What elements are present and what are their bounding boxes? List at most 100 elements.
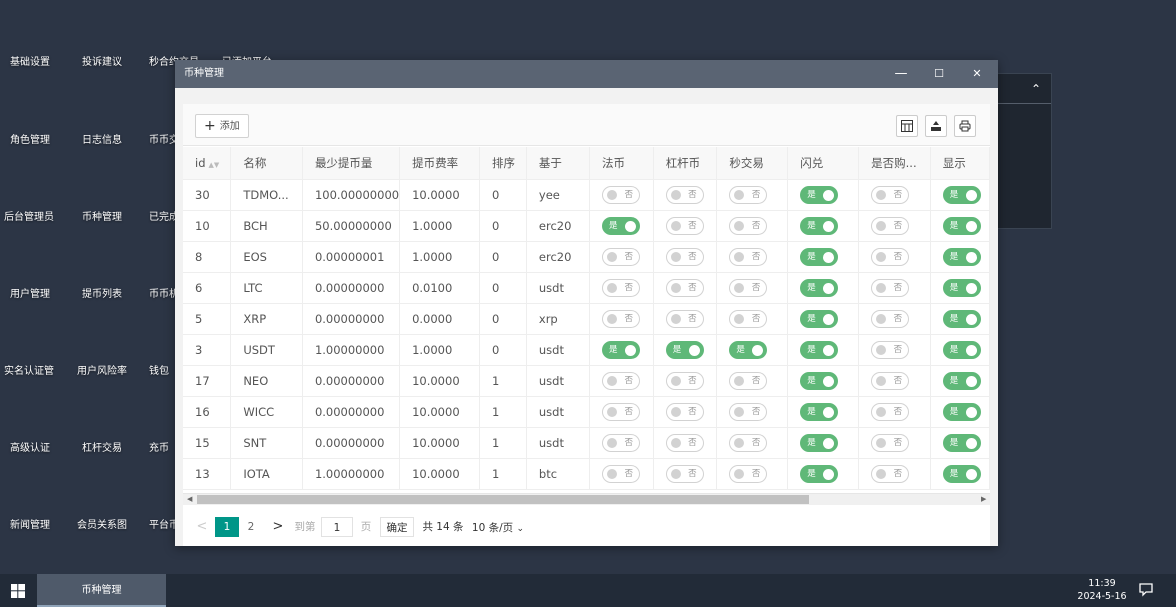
toggle-switch[interactable]: 否 <box>729 371 768 390</box>
toggle-switch[interactable]: 是 <box>602 340 641 359</box>
toggle-switch[interactable]: 否 <box>665 216 704 235</box>
toggle-switch[interactable]: 是 <box>942 433 981 452</box>
toggle-switch[interactable]: 否 <box>665 433 704 452</box>
toggle-switch[interactable]: 否 <box>871 340 910 359</box>
toggle-switch[interactable]: 是 <box>942 340 981 359</box>
toggle-switch[interactable]: 否 <box>871 402 910 421</box>
toggle-switch[interactable]: 否 <box>602 433 641 452</box>
desktop-icon-label[interactable]: 实名认证管 <box>4 362 54 377</box>
goto-confirm-button[interactable]: 确定 <box>380 517 414 537</box>
page-size-select[interactable]: 10 条/页 ⌄ <box>468 517 528 537</box>
column-header[interactable]: 提币费率 <box>399 147 481 180</box>
desktop-icon-label[interactable]: 用户管理 <box>10 285 50 300</box>
toggle-switch[interactable]: 是 <box>602 216 641 235</box>
system-clock[interactable]: 11:39 2024-5-16 <box>1070 577 1134 603</box>
toggle-switch[interactable]: 是 <box>800 185 839 204</box>
prev-page-button[interactable]: < <box>195 517 209 537</box>
sort-icon[interactable]: ▲▼ <box>209 161 220 169</box>
toggle-switch[interactable]: 否 <box>871 309 910 328</box>
horizontal-scrollbar[interactable]: ◀ ▶ <box>183 493 990 505</box>
toggle-switch[interactable]: 否 <box>665 371 704 390</box>
toggle-switch[interactable]: 否 <box>871 433 910 452</box>
toggle-switch[interactable]: 是 <box>800 340 839 359</box>
start-button[interactable] <box>0 574 37 607</box>
desktop-icon-label[interactable]: 币种管理 <box>82 208 122 223</box>
toggle-switch[interactable]: 否 <box>871 247 910 266</box>
column-header[interactable]: 法币 <box>589 147 654 180</box>
page-1-button[interactable]: 1 <box>215 517 239 537</box>
column-header[interactable]: id ▲▼ <box>183 147 232 180</box>
desktop-icon-label[interactable]: 杠杆交易 <box>82 439 122 454</box>
columns-icon[interactable] <box>896 115 918 137</box>
toggle-switch[interactable]: 否 <box>729 278 768 297</box>
notification-icon[interactable] <box>1138 581 1154 601</box>
taskbar-item-currency-management[interactable]: 币种管理 <box>37 574 166 607</box>
next-page-button[interactable]: > <box>271 517 285 537</box>
toggle-switch[interactable]: 否 <box>602 185 641 204</box>
export-icon[interactable] <box>925 115 947 137</box>
toggle-switch[interactable]: 是 <box>942 247 981 266</box>
column-header[interactable]: 杠杆币 <box>653 147 718 180</box>
desktop-icon-label[interactable]: 充币 <box>149 439 169 454</box>
toggle-switch[interactable]: 否 <box>729 464 768 483</box>
column-header[interactable]: 闪兑 <box>787 147 860 180</box>
column-header[interactable]: 名称 <box>230 147 303 180</box>
toggle-switch[interactable]: 否 <box>871 371 910 390</box>
scroll-left-icon[interactable]: ◀ <box>187 494 192 505</box>
toggle-switch[interactable]: 否 <box>871 216 910 235</box>
toggle-switch[interactable]: 否 <box>665 185 704 204</box>
scroll-right-icon[interactable]: ▶ <box>981 494 986 505</box>
toggle-switch[interactable]: 是 <box>800 433 839 452</box>
toggle-switch[interactable]: 否 <box>665 278 704 297</box>
toggle-switch[interactable]: 是 <box>800 278 839 297</box>
table-scroll-area[interactable]: id ▲▼ 名称 最少提币量 提币费率 排序 基于 法币 杠杆币 秒交易 闪兑 是否购... 显示 30… <box>183 147 990 493</box>
desktop-icon-label[interactable]: 角色管理 <box>10 131 50 146</box>
desktop-icon-label[interactable]: 提币列表 <box>82 285 122 300</box>
toggle-switch[interactable]: 否 <box>729 402 768 421</box>
toggle-switch[interactable]: 是 <box>942 371 981 390</box>
toggle-switch[interactable]: 是 <box>942 402 981 421</box>
add-button[interactable]: + 添加 <box>195 114 249 138</box>
toggle-switch[interactable]: 否 <box>729 247 768 266</box>
desktop-icon-label[interactable]: 会员关系图 <box>77 516 127 531</box>
desktop-icon-label[interactable]: 基础设置 <box>10 53 50 68</box>
toggle-switch[interactable]: 否 <box>871 464 910 483</box>
toggle-switch[interactable]: 是 <box>800 216 839 235</box>
desktop-icon-label[interactable]: 钱包 <box>149 362 169 377</box>
chevron-up-icon[interactable]: ⌃ <box>1031 82 1041 96</box>
column-header[interactable]: 秒交易 <box>716 147 789 180</box>
column-header[interactable]: 是否购... <box>858 147 931 180</box>
desktop-icon-label[interactable]: 后台管理员 <box>4 208 54 223</box>
toggle-switch[interactable]: 是 <box>665 340 704 359</box>
toggle-switch[interactable]: 否 <box>729 185 768 204</box>
toggle-switch[interactable]: 否 <box>871 278 910 297</box>
toggle-switch[interactable]: 否 <box>665 309 704 328</box>
toggle-switch[interactable]: 是 <box>942 464 981 483</box>
toggle-switch[interactable]: 否 <box>602 402 641 421</box>
print-icon[interactable] <box>954 115 976 137</box>
toggle-switch[interactable]: 是 <box>729 340 768 359</box>
scrollbar-thumb[interactable] <box>197 495 809 504</box>
toggle-switch[interactable]: 否 <box>602 247 641 266</box>
column-header[interactable]: 显示 <box>930 147 990 180</box>
toggle-switch[interactable]: 是 <box>942 309 981 328</box>
column-header[interactable]: 排序 <box>479 147 527 180</box>
maximize-icon[interactable]: ☐ <box>920 60 958 88</box>
toggle-switch[interactable]: 是 <box>942 185 981 204</box>
toggle-switch[interactable]: 是 <box>942 216 981 235</box>
page-2-button[interactable]: 2 <box>241 517 261 537</box>
column-header[interactable]: 基于 <box>526 147 591 180</box>
desktop-icon-label[interactable]: 新闻管理 <box>10 516 50 531</box>
toggle-switch[interactable]: 是 <box>800 371 839 390</box>
toggle-switch[interactable]: 是 <box>800 464 839 483</box>
column-header[interactable]: 最少提币量 <box>302 147 401 180</box>
toggle-switch[interactable]: 否 <box>665 464 704 483</box>
toggle-switch[interactable]: 是 <box>800 309 839 328</box>
toggle-switch[interactable]: 是 <box>800 247 839 266</box>
desktop-icon-label[interactable]: 日志信息 <box>82 131 122 146</box>
toggle-switch[interactable]: 是 <box>942 278 981 297</box>
toggle-switch[interactable]: 否 <box>665 402 704 421</box>
toggle-switch[interactable]: 否 <box>602 309 641 328</box>
toggle-switch[interactable]: 否 <box>729 309 768 328</box>
goto-page-input[interactable]: 1 <box>321 517 353 537</box>
